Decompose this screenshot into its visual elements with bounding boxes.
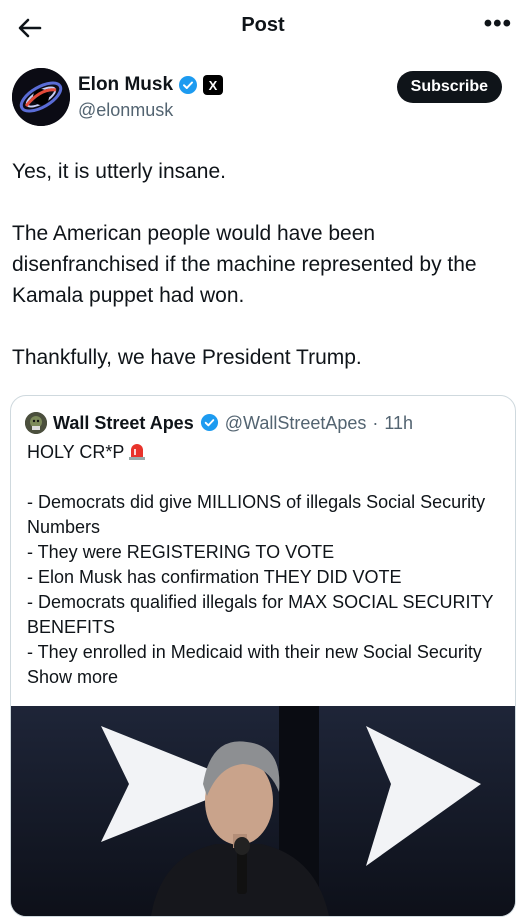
more-dots-icon[interactable]: ••• [484, 10, 512, 38]
quoted-post[interactable]: Wall Street Apes @WallStreetApes · 11h H… [10, 395, 516, 917]
verified-badge-icon [178, 75, 198, 95]
quoted-line: - They were REGISTERING TO VOTE [27, 542, 335, 562]
siren-emoji-icon [128, 441, 146, 461]
quoted-post-body: HOLY CR*P - Democrats did give MILLIONS … [27, 440, 502, 690]
author-header: Elon Musk X @elonmusk Subscribe [12, 68, 512, 130]
author-handle[interactable]: @elonmusk [78, 100, 173, 121]
quoted-video-thumbnail[interactable] [11, 706, 515, 916]
quoted-line: - They enrolled in Medicaid with their n… [27, 642, 482, 662]
post-paragraph: Thankfully, we have President Trump. [12, 346, 362, 369]
avatar[interactable] [12, 68, 70, 126]
quoted-avatar [25, 412, 47, 434]
post-paragraph: Yes, it is utterly insane. [12, 160, 226, 183]
page-title: Post [241, 14, 285, 36]
x-affiliate-icon: X [203, 75, 224, 95]
quoted-line: - Democrats qualified illegals for MAX S… [27, 592, 494, 637]
post-text: Yes, it is utterly insane. The American … [12, 156, 517, 373]
quoted-author-name: Wall Street Apes [53, 412, 194, 433]
show-more-link[interactable]: Show more [27, 667, 118, 687]
quoted-post-header: Wall Street Apes @WallStreetApes · 11h [25, 412, 413, 434]
author-name-row: Elon Musk X [78, 74, 224, 96]
author-name[interactable]: Elon Musk [78, 74, 173, 96]
verified-badge-icon [200, 413, 219, 434]
quoted-author-handle: @WallStreetApes [224, 412, 367, 433]
subscribe-button[interactable]: Subscribe [396, 71, 502, 103]
quoted-line: - Democrats did give MILLIONS of illegal… [27, 492, 486, 537]
top-bar: Post ••• [0, 0, 526, 54]
quoted-line: - Elon Musk has confirmation THEY DID VO… [27, 567, 402, 587]
quoted-headline: HOLY CR*P [27, 442, 125, 462]
post-paragraph: The American people would have been dise… [12, 222, 477, 307]
quoted-timestamp: 11h [384, 412, 414, 433]
meta-separator: · [372, 412, 379, 433]
